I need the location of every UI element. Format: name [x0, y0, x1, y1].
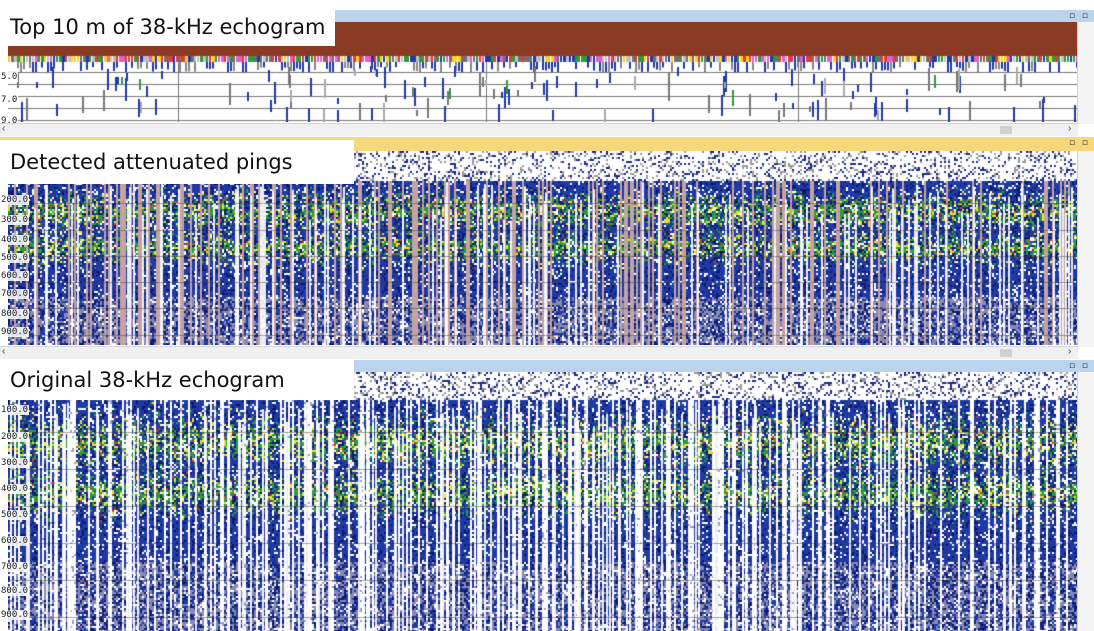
- mid-ytick-5: 700.0: [0, 289, 30, 299]
- bottom-window-buttons[interactable]: ▫ ▫: [1069, 361, 1090, 371]
- bottom-echogram-canvas[interactable]: [8, 372, 1078, 631]
- scroll-right-arrow-icon[interactable]: ›: [1068, 123, 1071, 134]
- top-horizontal-scrollbar[interactable]: ‹ ›: [0, 123, 1078, 136]
- bot-ytick-6: 700.0: [0, 562, 30, 572]
- top-right-scale: [1077, 22, 1094, 124]
- label-detected-attenuated: Detected attenuated pings: [0, 140, 354, 184]
- mid-ytick-4: 600.0: [0, 271, 30, 281]
- mid-ytick-0: 200.0: [0, 195, 30, 205]
- bot-ytick-1: 200.0: [0, 432, 30, 442]
- bot-ytick-2: 300.0: [0, 458, 30, 468]
- mid-ytick-6: 800.0: [0, 309, 30, 319]
- top-window-buttons[interactable]: ▫ ▫: [1069, 11, 1090, 21]
- mid-ytick-7: 900.0: [0, 327, 30, 337]
- top-ytick-1: 7.0: [0, 95, 19, 105]
- scroll-right-arrow-icon[interactable]: ›: [1068, 346, 1071, 357]
- bot-ytick-4: 500.0: [0, 510, 30, 520]
- bot-ytick-5: 600.0: [0, 536, 30, 546]
- bot-ytick-8: 900.0: [0, 610, 30, 620]
- bottom-right-scale: [1077, 372, 1094, 631]
- bottom-y-axis: 100.0 200.0 300.0 400.0 500.0 600.0 700.…: [0, 372, 32, 631]
- mid-ytick-3: 500.0: [0, 253, 30, 263]
- middle-right-scale: [1077, 151, 1094, 347]
- bottom-echogram-panel: ▫ ▫ 57200 57300 100.0 200.0 300.0 400.0 …: [0, 360, 1094, 631]
- mid-ytick-1: 300.0: [0, 215, 30, 225]
- bot-ytick-3: 400.0: [0, 484, 30, 494]
- bottom-echogram-canvas-wrap[interactable]: [8, 372, 1078, 631]
- middle-window-buttons[interactable]: ▫ ▫: [1069, 138, 1090, 148]
- label-original: Original 38-kHz echogram: [0, 360, 354, 400]
- bot-ytick-7: 800.0: [0, 586, 30, 596]
- top-ytick-0: 5.0: [0, 72, 19, 82]
- scroll-thumb[interactable]: [1000, 126, 1012, 134]
- bot-ytick-0: 100.0: [0, 405, 30, 415]
- label-top-10m: Top 10 m of 38-kHz echogram: [0, 8, 336, 46]
- middle-horizontal-scrollbar[interactable]: ‹ ›: [0, 346, 1078, 359]
- scroll-left-arrow-icon[interactable]: ‹: [2, 346, 5, 357]
- mid-ytick-2: 400.0: [0, 235, 30, 245]
- scroll-left-arrow-icon[interactable]: ‹: [2, 123, 5, 134]
- scroll-thumb[interactable]: [1000, 349, 1012, 357]
